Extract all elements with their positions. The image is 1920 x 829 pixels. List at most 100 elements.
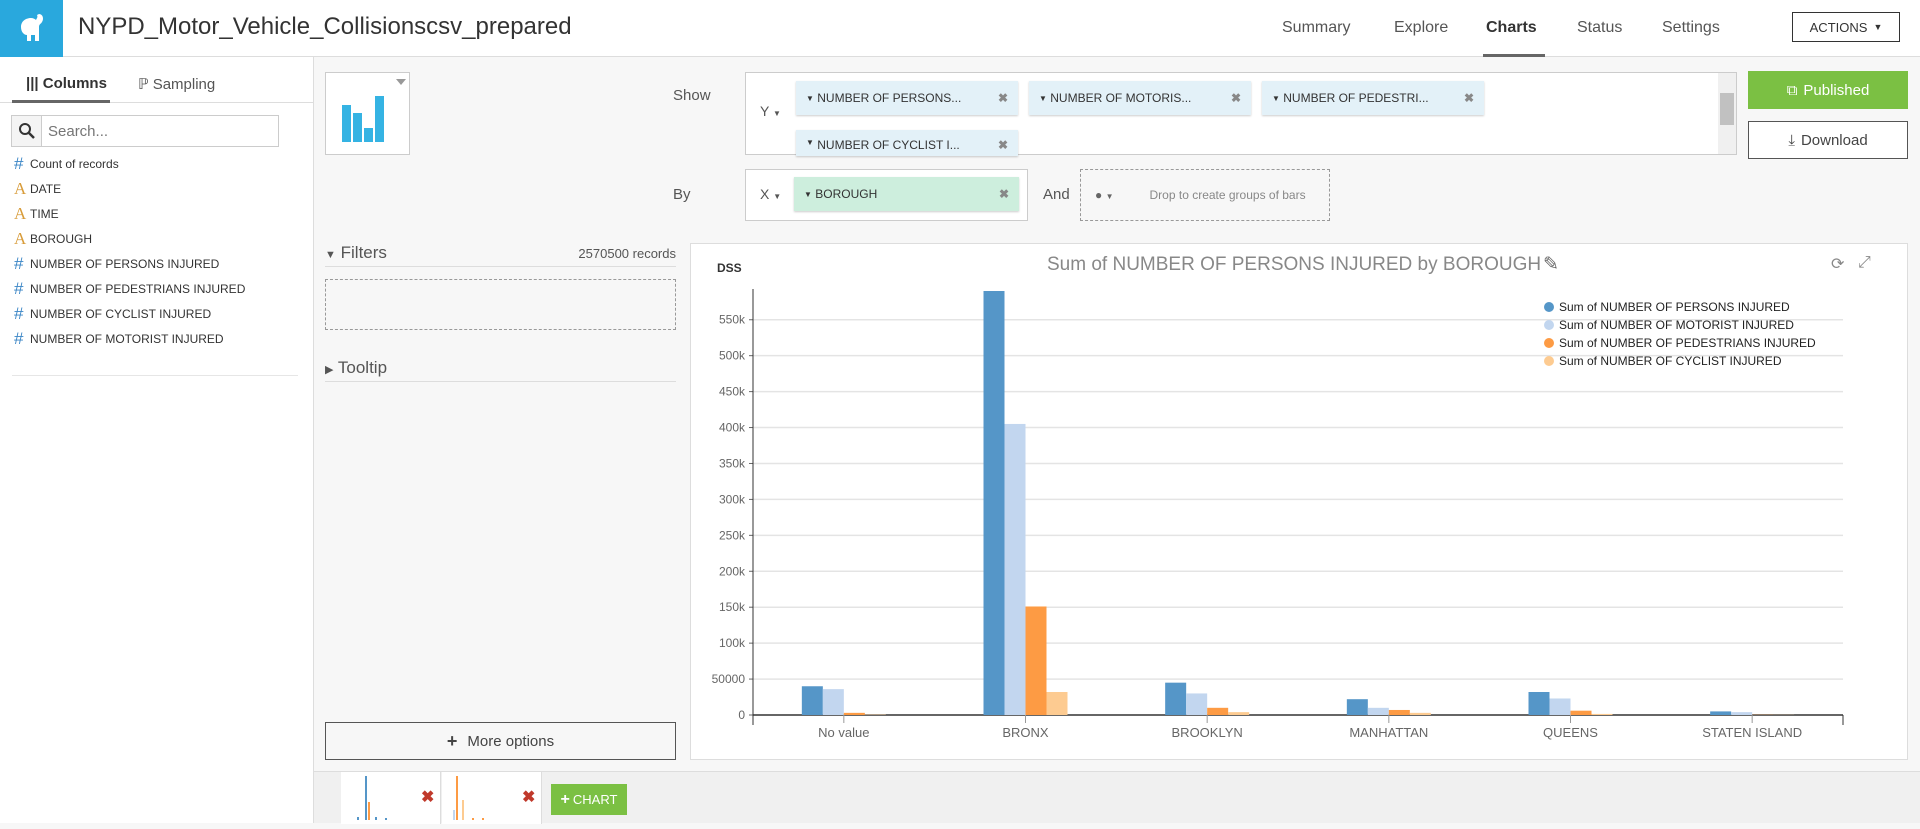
by-label: By — [673, 186, 691, 203]
bar — [1389, 710, 1410, 715]
text-type-icon: A — [14, 204, 24, 224]
chart-tab-2[interactable]: ✖ — [442, 772, 542, 824]
y-tick-label: 350k — [719, 456, 746, 470]
published-button[interactable]: ⧉Published — [1748, 71, 1908, 109]
column-label: NUMBER OF MOTORIST INJURED — [30, 332, 224, 346]
sidebar: ||| Columns ℙ Sampling #Count of records… — [0, 57, 314, 823]
legend-label: Sum of NUMBER OF CYCLIST INJURED — [1559, 354, 1782, 368]
divider — [325, 266, 676, 267]
column-item[interactable]: #Count of records — [14, 154, 119, 174]
sampling-icon: ℙ — [138, 76, 149, 93]
y-tick-label: 50000 — [712, 672, 746, 686]
drop-hint: Drop to create groups of bars — [1150, 188, 1306, 202]
group-dropzone[interactable]: ● ▼ Drop to create groups of bars — [1080, 169, 1330, 221]
nav-explore[interactable]: Explore — [1394, 19, 1448, 37]
bar — [1592, 714, 1613, 715]
y-tick-label: 200k — [719, 564, 746, 578]
caret-down-icon: ▼ — [1873, 22, 1882, 32]
search-icon — [12, 116, 42, 146]
scrollbar[interactable] — [1718, 73, 1736, 154]
column-item[interactable]: A BOROUGH — [14, 229, 92, 249]
x-tick-label: QUEENS — [1543, 725, 1598, 740]
y-pill[interactable]: ▼ NUMBER OF CYCLIST I...✖ — [796, 130, 1018, 156]
tab-columns-label: Columns — [43, 75, 107, 92]
search-input[interactable] — [42, 116, 278, 146]
bar — [1026, 606, 1047, 715]
y-pill[interactable]: ▼ NUMBER OF PERSONS... ✖ — [796, 81, 1018, 115]
y-pill[interactable]: ▼ NUMBER OF MOTORIS...✖ — [1029, 81, 1251, 115]
numeric-type-icon: # — [14, 254, 24, 274]
column-item[interactable]: # NUMBER OF MOTORIST INJURED — [14, 329, 224, 349]
show-label: Show — [673, 87, 711, 104]
close-icon[interactable]: ✖ — [522, 787, 535, 807]
remove-icon[interactable]: ✖ — [998, 91, 1008, 105]
download-label: Download — [1801, 132, 1868, 149]
x-axis-selector[interactable]: X ▼ — [760, 186, 781, 202]
more-options-button[interactable]: +More options — [325, 722, 676, 760]
record-count: 2570500 records — [560, 246, 676, 261]
legend-swatch — [1544, 320, 1554, 330]
legend-swatch — [1544, 356, 1554, 366]
y-axis-selector[interactable]: Y ▼ — [760, 103, 781, 119]
y-tick-label: 250k — [719, 528, 746, 542]
nav-status[interactable]: Status — [1577, 19, 1622, 37]
nav-summary[interactable]: Summary — [1282, 19, 1350, 37]
logo[interactable] — [0, 0, 63, 57]
filters-label: Filters — [341, 243, 387, 262]
close-icon[interactable]: ✖ — [421, 787, 434, 807]
remove-icon[interactable]: ✖ — [1464, 91, 1474, 105]
x-pill[interactable]: ▼ BOROUGH✖ — [794, 177, 1019, 211]
bar — [844, 713, 865, 715]
text-type-icon: A — [14, 179, 24, 199]
filters-toggle[interactable]: ▼ Filters — [325, 243, 387, 263]
nav-charts[interactable]: Charts — [1486, 19, 1537, 37]
y-pill-label: NUMBER OF MOTORIS... — [1050, 91, 1191, 105]
caret-down-icon: ▼ — [806, 94, 814, 103]
text-type-icon: A — [14, 229, 24, 249]
download-button[interactable]: ⤓Download — [1748, 121, 1908, 159]
y-pill[interactable]: ▼ NUMBER OF PEDESTRI...✖ — [1262, 81, 1484, 115]
numeric-type-icon: # — [14, 329, 24, 349]
actions-button[interactable]: ACTIONS▼ — [1792, 12, 1900, 42]
column-label: BOROUGH — [30, 232, 92, 246]
y-tick-label: 550k — [719, 313, 746, 327]
column-label: TIME — [30, 207, 59, 221]
tooltip-label: Tooltip — [338, 358, 387, 377]
x-dropzone: X ▼ ▼ BOROUGH✖ — [745, 169, 1028, 221]
caret-down-icon: ▼ — [804, 190, 812, 199]
legend-label: Sum of NUMBER OF PEDESTRIANS INJURED — [1559, 336, 1816, 350]
column-label: DATE — [30, 182, 61, 196]
more-options-label: More options — [467, 733, 554, 750]
filter-dropzone[interactable] — [325, 279, 676, 330]
column-item[interactable]: #NUMBER OF CYCLIST INJURED — [14, 304, 211, 324]
y-pill-label: NUMBER OF PERSONS... — [817, 91, 961, 105]
column-item[interactable]: #NUMBER OF PEDESTRIANS INJURED — [14, 279, 245, 299]
column-label: NUMBER OF PERSONS INJURED — [30, 257, 219, 271]
column-item[interactable]: A DATE — [14, 179, 61, 199]
tab-columns[interactable]: ||| Columns — [26, 75, 107, 92]
y-tick-label: 500k — [719, 349, 746, 363]
column-item[interactable]: # NUMBER OF PERSONS INJURED — [14, 254, 219, 274]
divider — [325, 381, 676, 382]
bar — [1228, 712, 1249, 715]
y-tick-label: 400k — [719, 421, 746, 435]
bar — [984, 291, 1005, 715]
caret-down-icon: ▼ — [773, 192, 781, 201]
bar — [1410, 713, 1431, 715]
y-pill-label: NUMBER OF PEDESTRI... — [1283, 91, 1428, 105]
remove-icon[interactable]: ✖ — [1231, 91, 1241, 105]
column-label: Count of records — [30, 157, 119, 171]
chart-type-selector[interactable] — [325, 72, 410, 155]
chart-tab-1[interactable]: ✖ — [341, 772, 441, 824]
tab-sampling[interactable]: ℙ Sampling — [138, 75, 215, 93]
y-axis-label: Y — [760, 103, 769, 119]
legend-label: Sum of NUMBER OF MOTORIST INJURED — [1559, 318, 1794, 332]
nav-settings[interactable]: Settings — [1662, 19, 1720, 37]
add-chart-button[interactable]: +CHART — [551, 784, 627, 815]
bar-chart: 050000100k150k200k250k300k350k400k450k50… — [691, 244, 1909, 761]
column-item[interactable]: A TIME — [14, 204, 59, 224]
remove-icon[interactable]: ✖ — [999, 187, 1009, 201]
tooltip-toggle[interactable]: ▶ Tooltip — [325, 358, 387, 378]
color-drop-icon[interactable]: ● ▼ — [1095, 188, 1114, 202]
remove-icon[interactable]: ✖ — [998, 138, 1008, 152]
